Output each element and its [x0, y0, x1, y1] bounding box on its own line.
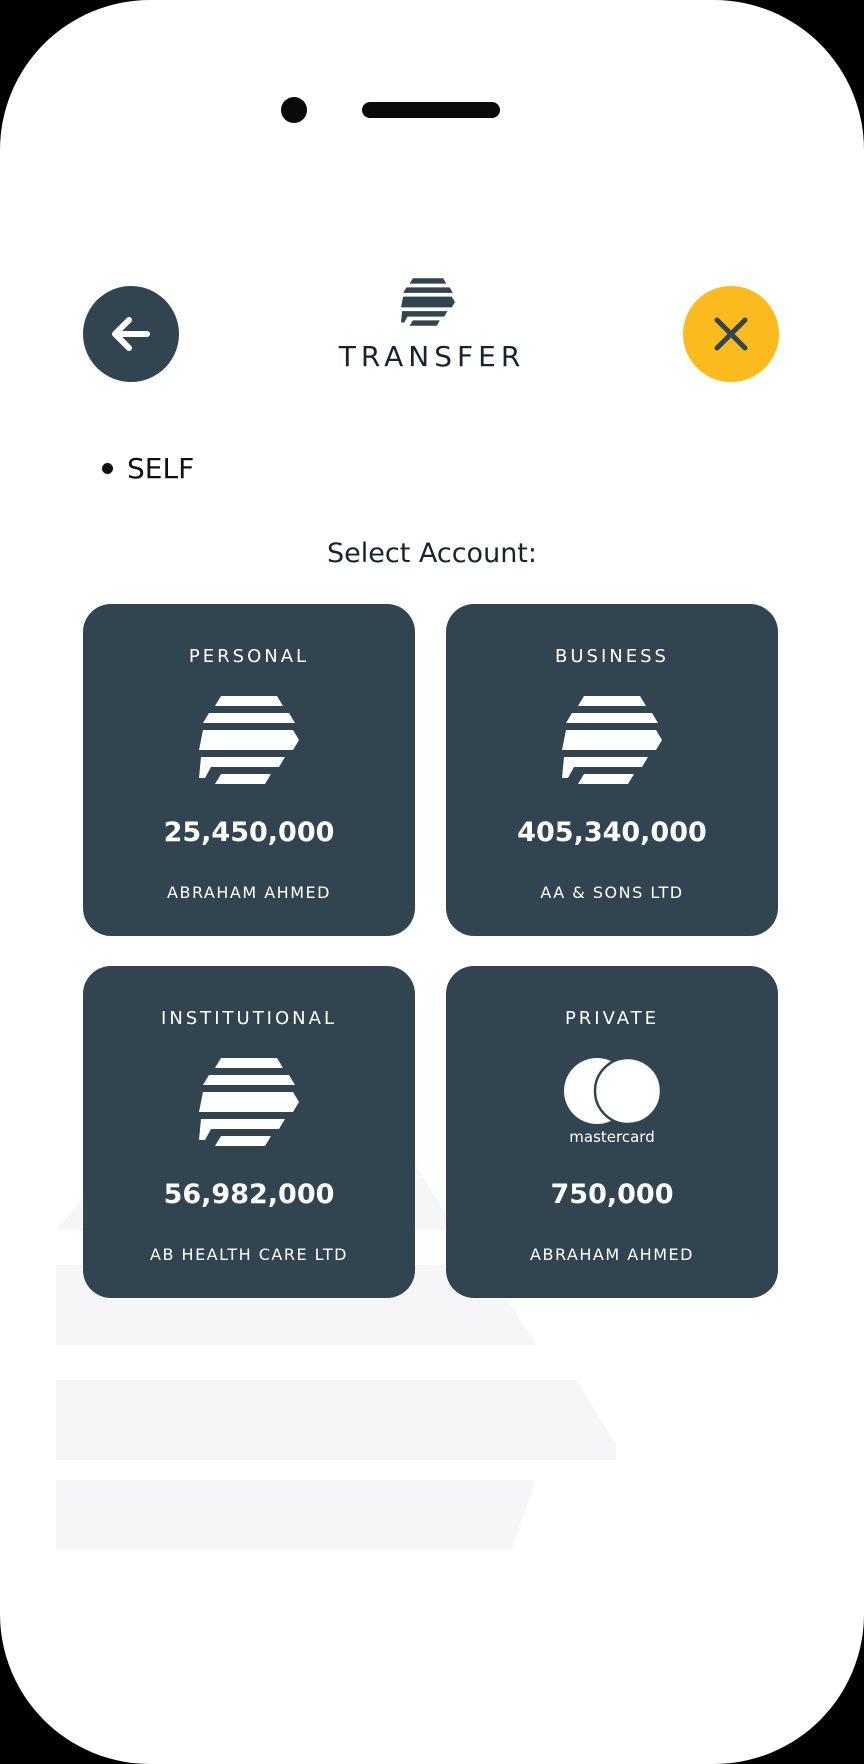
account-balance: 405,340,000	[517, 817, 707, 848]
account-balance: 25,450,000	[163, 817, 335, 848]
transfer-type-label: SELF	[127, 452, 195, 485]
account-card-institutional[interactable]: INSTITUTIONAL 56,982,000 AB HEALTH CARE …	[83, 966, 415, 1298]
account-type: BUSINESS	[555, 646, 669, 667]
account-card-business[interactable]: BUSINESS 405,340,000 AA & SONS LTD	[446, 604, 778, 936]
account-holder: ABRAHAM AHMED	[530, 1245, 694, 1264]
bullet-icon	[102, 463, 113, 474]
mastercard-logo-icon: mastercard	[564, 1058, 663, 1146]
account-holder: ABRAHAM AHMED	[167, 883, 331, 902]
account-holder: AB HEALTH CARE LTD	[150, 1245, 348, 1264]
account-card-private[interactable]: PRIVATE mastercard 750,000 ABRAHAM AHMED	[446, 966, 778, 1298]
mastercard-wordmark: mastercard	[569, 1128, 654, 1146]
close-button[interactable]	[683, 286, 779, 382]
account-balance: 56,982,000	[163, 1179, 335, 1210]
bank-logo-icon	[199, 1058, 299, 1146]
earpiece-speaker	[362, 102, 500, 118]
account-type: PERSONAL	[188, 646, 310, 667]
phone-frame: TRANSFER SELF Select Account: PERSONAL 2…	[0, 0, 864, 1764]
front-camera	[281, 97, 307, 123]
close-icon	[714, 317, 748, 351]
bank-logo-icon	[199, 696, 299, 784]
bank-logo-icon	[401, 278, 455, 326]
account-balance: 750,000	[550, 1179, 674, 1210]
transfer-type-option[interactable]: SELF	[102, 452, 194, 485]
account-type: PRIVATE	[564, 1008, 660, 1029]
account-card-personal[interactable]: PERSONAL 25,450,000 ABRAHAM AHMED	[83, 604, 415, 936]
account-type: INSTITUTIONAL	[161, 1008, 337, 1029]
select-account-label: Select Account:	[327, 538, 537, 569]
bank-logo-icon	[562, 696, 662, 784]
account-holder: AA & SONS LTD	[540, 883, 684, 902]
